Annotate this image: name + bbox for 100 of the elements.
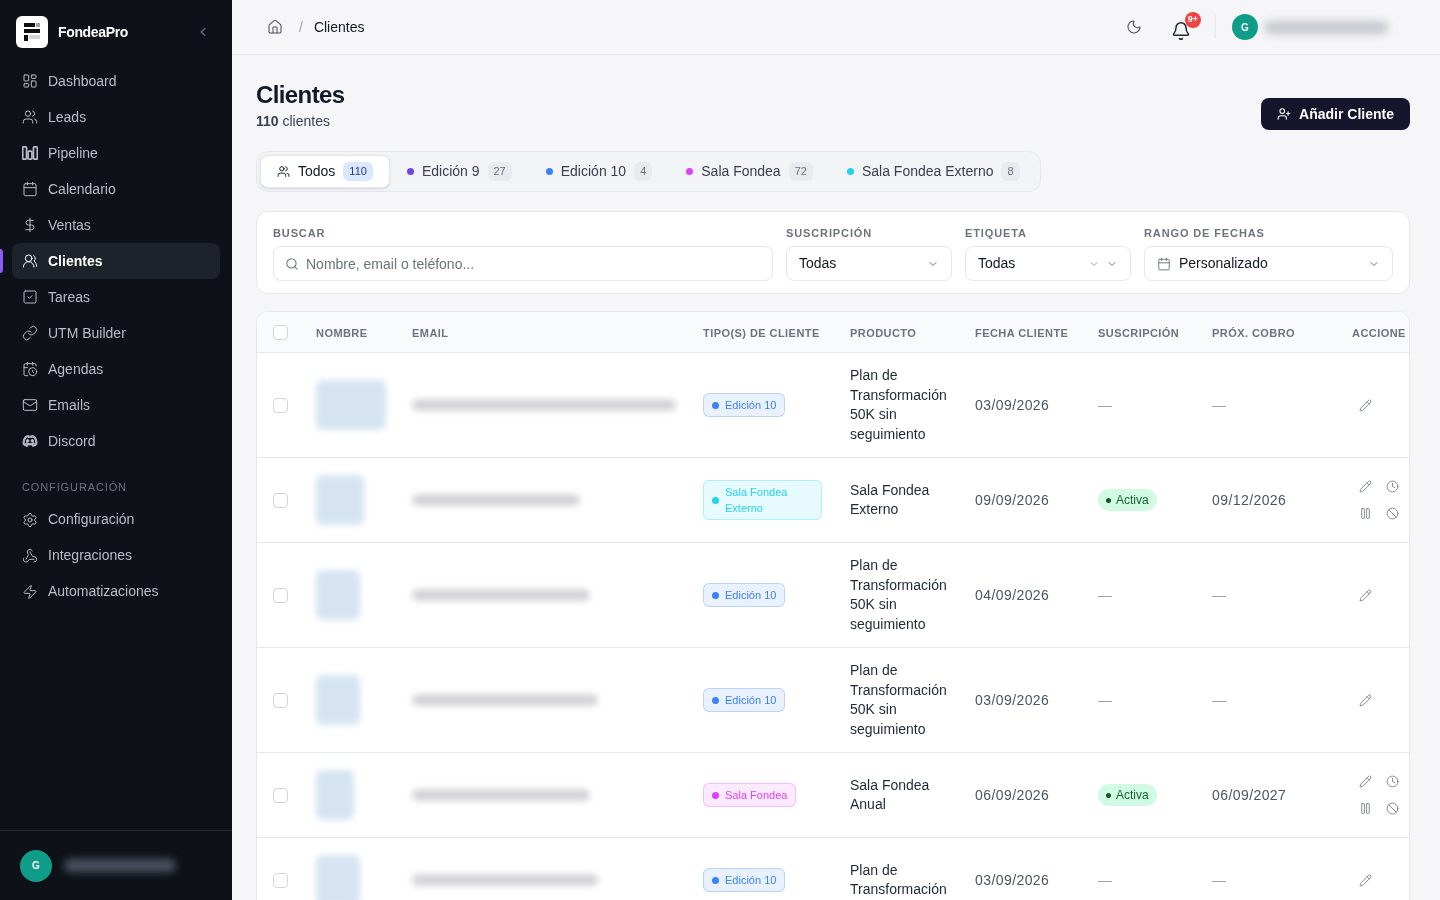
blurred-client-name <box>316 380 386 430</box>
column-header: NOMBRE <box>316 327 368 339</box>
client-date: 03/09/2026 <box>975 397 1050 413</box>
row-checkbox[interactable] <box>273 587 288 603</box>
column-header: FECHA CLIENTE <box>975 327 1069 339</box>
date-range-select[interactable]: Personalizado <box>1144 246 1393 281</box>
tag-label: Edición 10 <box>725 398 777 413</box>
bell-icon <box>1171 20 1191 41</box>
product-name: Sala Fondea Anual <box>850 775 931 814</box>
tag-label: Sala Fondea <box>725 788 788 803</box>
tag-label: Edición 10 <box>725 873 777 888</box>
pencil-icon <box>1358 398 1372 412</box>
sidebar-item[interactable]: Tareas <box>12 279 220 315</box>
filter-tab[interactable]: Sala Fondea 72 <box>669 155 830 188</box>
calendar-icon <box>22 181 38 197</box>
select-all-checkbox[interactable] <box>273 324 288 340</box>
clock-icon <box>1385 775 1399 788</box>
breadcrumb-separator: / <box>299 17 303 37</box>
sidebar-item[interactable]: Agendas <box>12 351 220 387</box>
sidebar-item[interactable]: Dashboard <box>12 63 220 99</box>
filter-label: BUSCAR <box>273 226 327 240</box>
tab-count: 72 <box>788 162 813 181</box>
product-name: Sala Fondea Externo <box>850 480 931 519</box>
tab-count: 8 <box>1001 162 1020 181</box>
empty-value: — <box>1212 692 1227 708</box>
product-name: Plan de Transformación 50K sin seguimiento <box>850 366 948 444</box>
row-checkbox[interactable] <box>273 787 288 803</box>
row-checkbox[interactable] <box>273 692 288 708</box>
sidebar-item[interactable]: Integraciones <box>12 537 220 574</box>
group-icon <box>22 253 38 269</box>
add-client-button[interactable]: Añadir Cliente <box>1261 98 1410 130</box>
calendar-icon <box>1157 256 1171 271</box>
filter-tab[interactable]: Edición 10 4 <box>528 155 670 188</box>
ban-icon <box>1385 507 1399 520</box>
row-checkbox[interactable] <box>273 492 288 508</box>
empty-value: — <box>1212 872 1227 888</box>
notification-count: 9+ <box>1184 11 1201 28</box>
filter-tab[interactable]: Sala Fondea Externo 8 <box>829 155 1037 188</box>
next-charge-date: 09/12/2026 <box>1212 492 1287 508</box>
search-icon <box>285 256 299 271</box>
sidebar-section-title: CONFIGURACIÓN <box>21 480 128 495</box>
sidebar-item[interactable]: Calendario <box>12 171 220 207</box>
empty-value: — <box>1098 587 1112 603</box>
blurred-client-name <box>316 570 360 620</box>
dollar-icon <box>22 217 38 233</box>
moon-icon <box>1126 19 1142 35</box>
pencil-icon <box>1358 693 1372 707</box>
empty-value: — <box>1212 397 1227 413</box>
sidebar-item[interactable]: Discord <box>12 423 220 459</box>
tag-label: Edición 10 <box>725 588 777 603</box>
settings-icon <box>22 511 38 528</box>
client-date: 06/09/2026 <box>975 787 1050 803</box>
tab-count: 4 <box>634 162 653 181</box>
home-button[interactable] <box>267 19 283 35</box>
column-header: TIPO(S) DE CLIENTE <box>703 327 820 339</box>
row-checkbox[interactable] <box>273 872 288 888</box>
blurred-client-name <box>316 770 354 820</box>
pencil-icon <box>1358 480 1372 493</box>
column-header: SUSCRIPCIÓN <box>1098 327 1180 339</box>
ban-icon <box>1385 802 1399 815</box>
dropdown-select[interactable]: Todas <box>965 246 1131 281</box>
pencil-icon <box>1358 588 1372 602</box>
sidebar-item[interactable]: Leads <box>12 99 220 135</box>
blurred-client-name <box>316 855 360 900</box>
active-indicator <box>0 249 3 273</box>
people-icon <box>22 109 38 125</box>
mail-icon <box>22 397 38 413</box>
column-header: PRODUCTO <box>850 327 917 339</box>
empty-value: — <box>1212 587 1227 603</box>
filter-tab[interactable]: Todos 110 <box>260 155 390 188</box>
sidebar-item[interactable]: Emails <box>12 387 220 423</box>
clock-icon <box>1385 480 1399 493</box>
columns-icon <box>22 145 38 161</box>
search-field[interactable]: Nombre, email o teléfono... <box>273 246 773 281</box>
notifications-button[interactable]: 9+ <box>1168 11 1201 43</box>
client-date: 04/09/2026 <box>975 587 1050 603</box>
sidebar-item[interactable]: Automatizaciones <box>12 573 220 610</box>
empty-value: — <box>1098 872 1112 888</box>
status-label: Activa <box>1116 492 1149 509</box>
sidebar-item[interactable]: Configuración <box>12 501 220 538</box>
product-name: Plan de Transformación 50K sin seguimiento <box>850 661 948 739</box>
dropdown-select[interactable]: Todas <box>786 246 952 281</box>
column-header: ACCIONE <box>1352 327 1406 339</box>
column-header: EMAIL <box>412 327 449 339</box>
breadcrumb-current: Clientes <box>313 17 365 37</box>
brand-logo-icon <box>16 16 48 48</box>
sidebar-item[interactable]: Pipeline <box>12 135 220 171</box>
empty-value: — <box>1098 692 1112 708</box>
next-charge-date: 06/09/2027 <box>1212 787 1287 803</box>
client-date: 03/09/2026 <box>975 692 1050 708</box>
row-checkbox[interactable] <box>273 397 288 413</box>
filter-label: ETIQUETA <box>965 226 1028 240</box>
sidebar-item[interactable]: Ventas <box>12 207 220 243</box>
column-header: PRÓX. COBRO <box>1212 327 1296 339</box>
discord-icon <box>22 433 38 449</box>
sidebar-item[interactable]: UTM Builder <box>12 315 220 351</box>
webhook-icon <box>22 547 38 564</box>
product-name: Plan de Transformación <box>850 860 948 899</box>
filter-tab[interactable]: Edición 9 27 <box>389 155 529 188</box>
empty-value: — <box>1098 397 1112 413</box>
